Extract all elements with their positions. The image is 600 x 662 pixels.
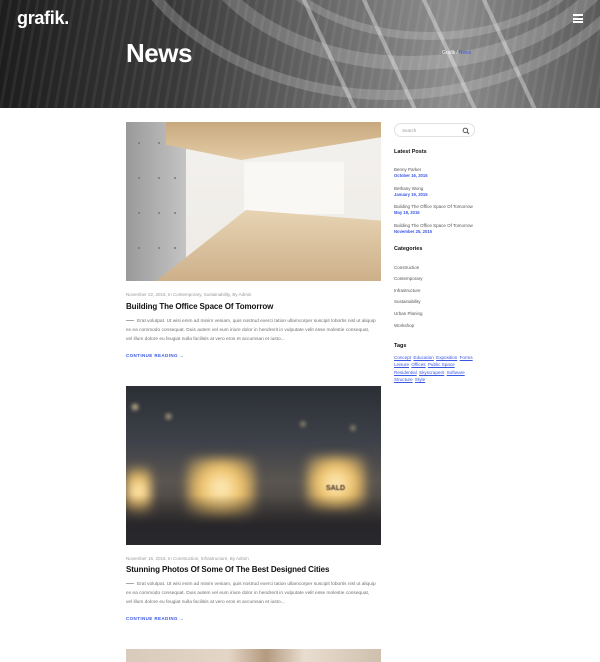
search-placeholder: Search (402, 127, 417, 133)
post-featured-image[interactable] (126, 122, 381, 281)
window-opening-shape (244, 162, 344, 214)
post-excerpt: Erat volutpat. Ut wisi enim ad minim ven… (126, 580, 376, 607)
bokeh-light (132, 404, 138, 410)
search-input[interactable]: Search (394, 123, 475, 137)
bokeh-light (351, 426, 355, 430)
breadcrumb-current: News (458, 50, 472, 56)
category-link[interactable]: Sustainability (394, 299, 421, 304)
tags-title: Tags (394, 343, 407, 349)
post-meta: November 22, 2015, In Contemporary, Sust… (126, 292, 252, 297)
tag-link[interactable]: Leisure (394, 362, 409, 367)
bokeh-light (301, 422, 305, 426)
tag-link[interactable]: Concept (394, 355, 411, 360)
hamburger-menu-icon[interactable] (573, 14, 583, 23)
latest-post-link[interactable]: Benny Parker (394, 167, 421, 172)
tag-link[interactable]: Forms (460, 355, 473, 360)
latest-posts-title: Latest Posts (394, 149, 427, 155)
latest-post-date: October 16, 2015 (394, 173, 428, 178)
tag-link[interactable]: Skyscrapers (419, 370, 444, 375)
tag-cloud: Concept Education Exposition Forms Leisu… (394, 354, 480, 383)
tag-link[interactable]: Software (447, 370, 465, 375)
site-logo[interactable]: grafik. (17, 8, 69, 29)
breadcrumb: Grafik/News (442, 50, 471, 56)
post-featured-image[interactable] (126, 649, 381, 662)
latest-post-date: May 18, 2015 (394, 210, 420, 215)
tag-link[interactable]: Structure (394, 377, 413, 382)
tag-link[interactable]: Residential (394, 370, 417, 375)
category-link[interactable]: Workshop (394, 323, 414, 328)
post-featured-image[interactable]: SALD (126, 386, 381, 545)
breadcrumb-separator: / (456, 50, 458, 56)
latest-post-link[interactable]: Building The Office Space Of Tomorrow (394, 223, 473, 228)
breadcrumb-home-link[interactable]: Grafik (442, 50, 455, 56)
continue-reading-link[interactable]: CONTINUE READING → (126, 616, 184, 621)
dash-divider (126, 583, 134, 585)
post-title[interactable]: Building The Office Space Of Tomorrow (126, 302, 273, 311)
latest-post-date: November 25, 2015 (394, 229, 432, 234)
post-meta: November 16, 2015, In Construction, Infr… (126, 556, 249, 561)
tag-link[interactable]: Education (413, 355, 433, 360)
latest-post-link[interactable]: Building The Office Space Of Tomorrow (394, 204, 473, 209)
latest-post-link[interactable]: Bethany Wong (394, 186, 423, 191)
tag-link[interactable]: Public Space (428, 362, 455, 367)
tag-link[interactable]: Style (415, 377, 425, 382)
category-link[interactable]: Urban Planing (394, 311, 423, 316)
wood-floor-shape (156, 210, 381, 281)
tag-link[interactable]: Exposition (436, 355, 457, 360)
bokeh-light (166, 414, 171, 419)
post-excerpt: Erat volutpat. Ut wisi enim ad minim ven… (126, 317, 376, 344)
category-link[interactable]: Contemporary (394, 276, 423, 281)
categories-title: Categories (394, 246, 423, 252)
dash-divider (126, 320, 134, 322)
category-link[interactable]: Construction (394, 265, 419, 270)
continue-reading-link[interactable]: CONTINUE READING → (126, 353, 184, 358)
page-title: News (126, 38, 192, 68)
post-excerpt-text: Erat volutpat. Ut wisi enim ad minim ven… (126, 319, 376, 342)
page-header: grafik. News Grafik/News (0, 0, 600, 108)
blurred-crowd (126, 495, 381, 545)
wood-ceiling-shape (166, 122, 381, 160)
tag-link[interactable]: Offices (411, 362, 425, 367)
shop-sign: SALD (326, 485, 346, 492)
post-excerpt-text: Erat volutpat. Ut wisi enim ad minim ven… (126, 582, 376, 605)
search-icon[interactable] (462, 127, 470, 135)
latest-post-date: January 19, 2015 (394, 192, 428, 197)
category-link[interactable]: Infrastructure (394, 288, 421, 293)
post-title[interactable]: Stunning Photos Of Some Of The Best Desi… (126, 565, 329, 574)
